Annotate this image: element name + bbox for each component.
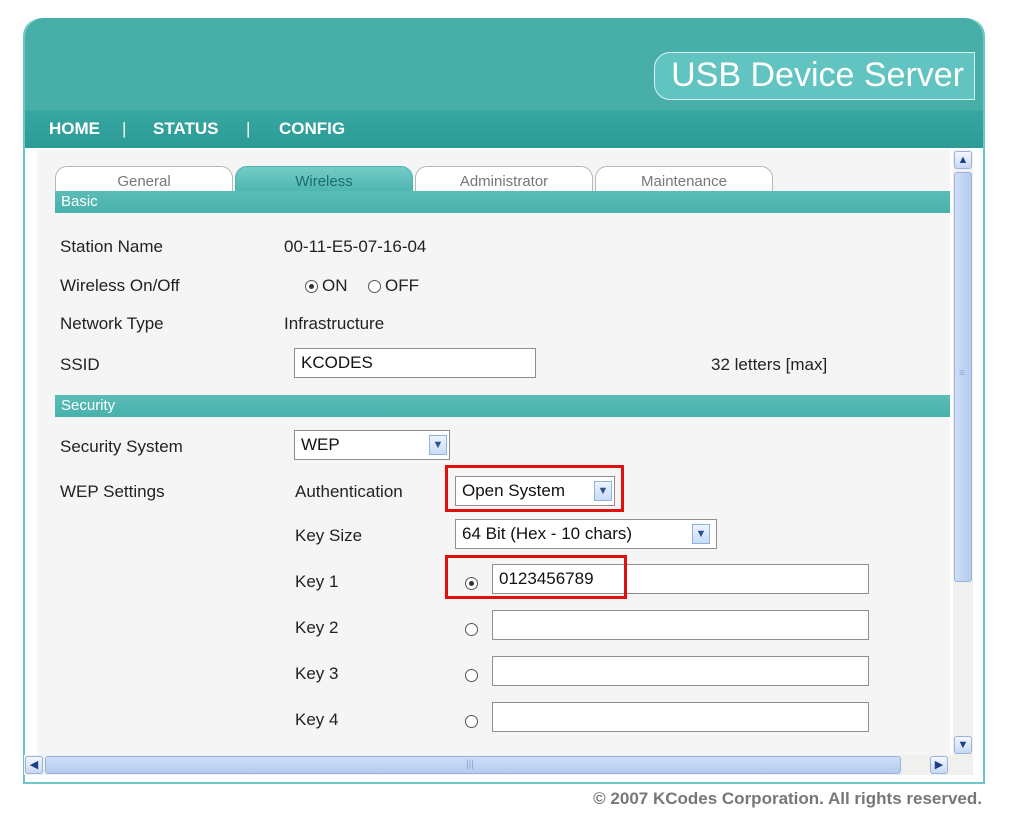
vertical-scroll-thumb[interactable]: ≡ xyxy=(954,172,972,582)
tab-maintenance[interactable]: Maintenance xyxy=(595,166,773,192)
security-system-value: WEP xyxy=(301,435,340,454)
horizontal-scrollbar[interactable]: ◀ ||| ▶ xyxy=(24,755,973,775)
tab-administrator[interactable]: Administrator xyxy=(415,166,593,192)
brand-title: USB Device Server xyxy=(654,52,975,100)
section-basic: Basic xyxy=(55,191,950,213)
key-size-label: Key Size xyxy=(295,526,363,545)
nav-separator: | xyxy=(122,119,127,138)
ssid-field[interactable]: KCODES xyxy=(294,348,536,378)
authentication-label: Authentication xyxy=(295,482,403,501)
key-size-value: 64 Bit (Hex - 10 chars) xyxy=(462,524,633,543)
key4-label: Key 4 xyxy=(295,710,339,729)
scroll-up-icon[interactable]: ▲ xyxy=(954,151,972,169)
key2-field[interactable] xyxy=(492,610,869,640)
key3-label: Key 3 xyxy=(295,664,339,683)
nav-config[interactable]: CONFIG xyxy=(279,119,345,139)
ssid-label: SSID xyxy=(60,355,100,374)
security-system-select[interactable]: WEP ▼ xyxy=(294,430,450,460)
chevron-down-icon: ▼ xyxy=(692,524,710,544)
header-banner: USB Device Server xyxy=(25,18,983,110)
network-type-label: Network Type xyxy=(60,314,164,333)
scroll-left-icon[interactable]: ◀ xyxy=(25,756,43,774)
wep-settings-label: WEP Settings xyxy=(60,482,165,501)
chevron-down-icon: ▼ xyxy=(429,435,447,455)
ssid-hint: 32 letters [max] xyxy=(711,355,828,374)
grip-icon: ≡ xyxy=(959,368,965,379)
copyright-footer: © 2007 KCodes Corporation. All rights re… xyxy=(593,789,982,808)
wireless-off-radio[interactable] xyxy=(368,280,381,293)
key-size-select[interactable]: 64 Bit (Hex - 10 chars) ▼ xyxy=(455,519,717,549)
key4-field[interactable] xyxy=(492,702,869,732)
scroll-down-icon[interactable]: ▼ xyxy=(954,736,972,754)
wireless-off-label: OFF xyxy=(385,276,419,295)
vertical-scrollbar[interactable]: ▲ ≡ ▼ xyxy=(953,150,973,755)
authentication-highlight xyxy=(445,465,624,512)
key3-field[interactable] xyxy=(492,656,869,686)
tab-wireless[interactable]: Wireless xyxy=(235,166,413,192)
tab-general[interactable]: General xyxy=(55,166,233,192)
top-nav: HOME | STATUS | CONFIG xyxy=(25,110,983,148)
nav-separator: | xyxy=(246,119,251,138)
wireless-onoff-label: Wireless On/Off xyxy=(60,276,180,295)
wireless-on-radio[interactable] xyxy=(305,280,318,293)
grip-icon: ||| xyxy=(466,759,474,770)
wireless-on-label: ON xyxy=(322,276,348,295)
key2-radio[interactable] xyxy=(465,623,478,636)
nav-home[interactable]: HOME xyxy=(49,119,100,139)
station-name-label: Station Name xyxy=(60,237,163,256)
scroll-right-icon[interactable]: ▶ xyxy=(930,756,948,774)
key1-highlight xyxy=(445,555,627,599)
network-type-value: Infrastructure xyxy=(284,314,385,333)
section-security: Security xyxy=(55,395,950,417)
key1-label: Key 1 xyxy=(295,572,339,591)
station-name-value: 00-11-E5-07-16-04 xyxy=(284,237,427,256)
key2-label: Key 2 xyxy=(295,618,339,637)
key4-radio[interactable] xyxy=(465,715,478,728)
key3-radio[interactable] xyxy=(465,669,478,682)
security-system-label: Security System xyxy=(60,437,183,456)
config-panel: General Wireless Administrator Maintenan… xyxy=(37,150,950,755)
horizontal-scroll-thumb[interactable]: ||| xyxy=(45,756,901,774)
nav-status[interactable]: STATUS xyxy=(153,119,218,139)
